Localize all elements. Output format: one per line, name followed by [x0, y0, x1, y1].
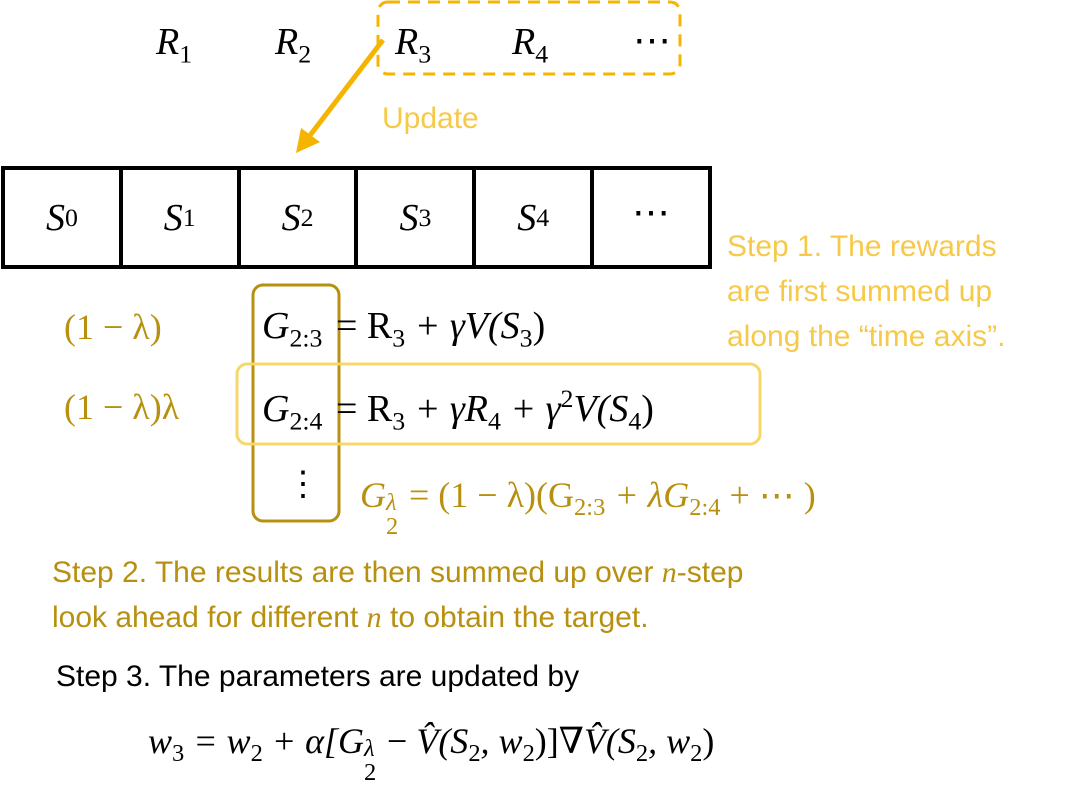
state-cell-s4: S4	[476, 170, 595, 265]
step2-line-2: look ahead for different n to obtain the…	[52, 601, 649, 634]
weight-1-minus-lambda: (1 − λ)	[64, 307, 162, 347]
state-cell-s2: S2	[241, 170, 359, 265]
equation-g23: G2:3 = R3 + γV(S3)	[262, 305, 546, 353]
future-rewards-dashed-box	[376, 0, 682, 76]
parameter-update-equation: w3 = w2 + α[G λ 2 − V̂(S2, w2)]∇V̂(S2, w2)	[148, 721, 715, 786]
step3-text: Step 3. The parameters are updated by	[56, 660, 580, 693]
state-cell-s0: S0	[5, 170, 123, 265]
lambda-return-equation: Gλ2 = (1 − λ)(G2:3 + λG2:4 + ⋯ )	[360, 475, 816, 540]
step2-line-1: Step 2. The results are then summed up o…	[52, 556, 744, 589]
state-cell-s3: S3	[358, 170, 477, 265]
step1-line-2: are first summed up	[727, 275, 993, 308]
update-arrow-line	[306, 38, 385, 140]
state-cell-s1: S1	[123, 170, 241, 265]
weight-1-minus-lambda-lambda: (1 − λ)λ	[64, 387, 180, 427]
update-label: Update	[382, 102, 479, 135]
state-sequence: S0 S1 S2 S3 S4 ⋯	[1, 166, 712, 269]
step1-line-3: along the “time axis”.	[727, 320, 1006, 353]
vertical-ellipsis: ⋮	[286, 466, 320, 503]
update-arrow-head	[296, 128, 320, 153]
step1-text: Step 1. The rewards are first summed up …	[727, 224, 1005, 359]
step1-line-1: Step 1. The rewards	[727, 230, 997, 263]
equation-g24: G2:4 = R3 + γR4 + γ2V(S4)	[262, 384, 654, 436]
step2-text: Step 2. The results are then summed up o…	[52, 550, 743, 640]
state-cell-ellipsis: ⋯	[632, 192, 671, 234]
